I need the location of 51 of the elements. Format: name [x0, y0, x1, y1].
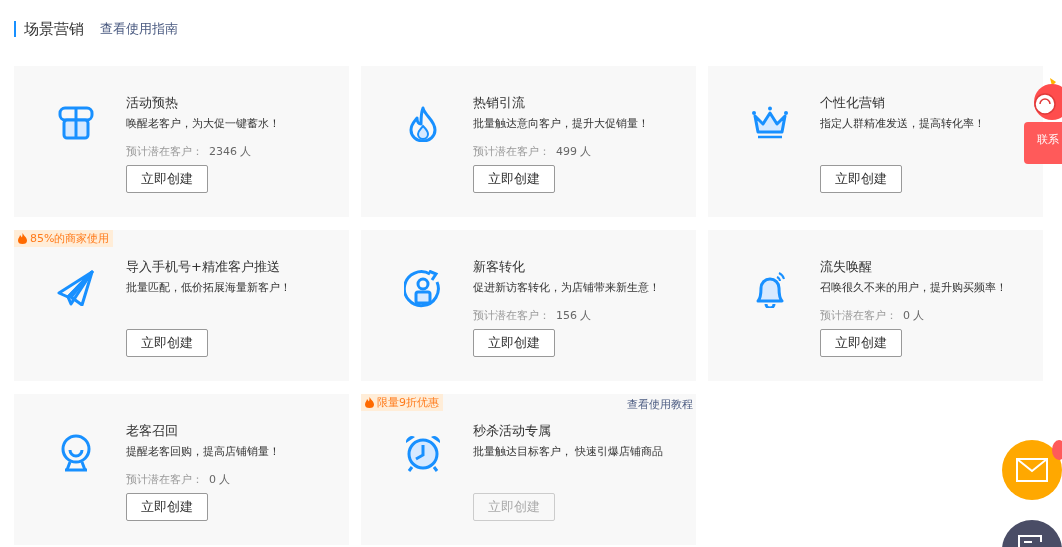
estimate-label: 预计潜在客户： [126, 472, 203, 488]
flame-icon [18, 233, 27, 244]
alarm-clock-icon [404, 434, 442, 472]
notification-dot [1052, 440, 1062, 460]
paper-plane-icon [57, 270, 95, 306]
estimate-label: 预计潜在客户： [473, 308, 550, 324]
estimate-value: 0 人 [209, 472, 231, 488]
create-button[interactable]: 立即创建 [126, 493, 208, 521]
section-title: 场景营销 [24, 19, 84, 39]
estimate-value: 2346 人 [209, 144, 252, 160]
user-cycle-icon [404, 270, 442, 308]
card-description: 批量触达目标客户， 快速引爆店铺商品 [473, 444, 665, 460]
estimate-label: 预计潜在客户： [820, 308, 897, 324]
card-title: 老客召回 [126, 422, 179, 440]
card-description: 提醒老客回购，提高店铺销量！ [126, 444, 281, 460]
badge-text: 限量9折优惠 [377, 395, 439, 411]
guide-link[interactable]: 查看使用指南 [100, 20, 178, 38]
card-description: 批量触达意向客户，提升大促销量！ [473, 116, 650, 132]
flame-icon [407, 106, 439, 142]
create-button[interactable]: 立即创建 [473, 329, 555, 357]
create-button[interactable]: 立即创建 [820, 329, 902, 357]
create-button: 立即创建 [473, 493, 555, 521]
estimate-label: 预计潜在客户： [473, 144, 550, 160]
card-title: 热销引流 [473, 94, 526, 112]
person-icon [59, 434, 93, 472]
mail-icon [1016, 458, 1048, 482]
badge-text: 85%的商家使用 [30, 231, 110, 247]
mail-button[interactable] [1002, 440, 1062, 500]
create-button[interactable]: 立即创建 [473, 165, 555, 193]
card-title: 新客转化 [473, 258, 526, 276]
create-button[interactable]: 立即创建 [820, 165, 902, 193]
estimate-label: 预计潜在客户： [126, 144, 203, 160]
create-button[interactable]: 立即创建 [126, 329, 208, 357]
flame-icon [365, 397, 374, 408]
create-button[interactable]: 立即创建 [126, 165, 208, 193]
crown-icon [751, 106, 789, 140]
card-title: 活动预热 [126, 94, 179, 112]
edit-icon [1018, 534, 1044, 547]
card-description: 促进新访客转化，为店铺带来新生意！ [473, 280, 661, 296]
card-description: 唤醒老客户，为大促一键蓄水！ [126, 116, 281, 132]
card-title: 流失唤醒 [820, 258, 873, 276]
card-title: 个性化营销 [820, 94, 886, 112]
estimate-value: 499 人 [556, 144, 592, 160]
card-description: 指定人群精准发送，提高转化率！ [820, 116, 986, 132]
estimate-value: 156 人 [556, 308, 592, 324]
card-title: 秒杀活动专属 [473, 422, 552, 440]
card-title: 导入手机号+精准客户推送 [126, 258, 281, 276]
card-description: 批量匹配，低价拓展海量新客户！ [126, 280, 292, 296]
gift-icon [58, 106, 94, 140]
card-description: 召唤很久不来的用户，提升购买频率！ [820, 280, 1008, 296]
estimate-value: 0 人 [903, 308, 925, 324]
